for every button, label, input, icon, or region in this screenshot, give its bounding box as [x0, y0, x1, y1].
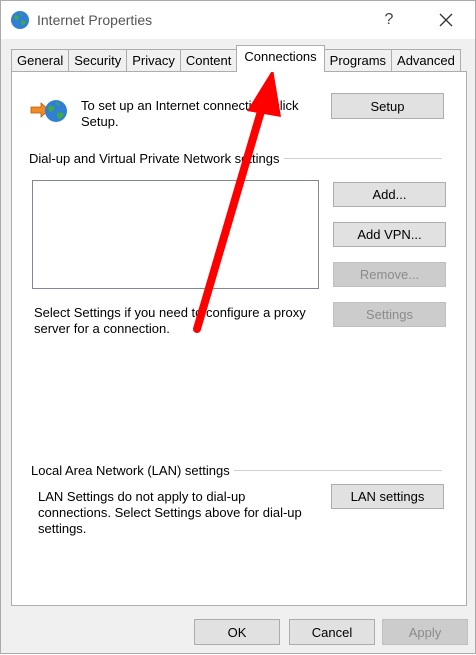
tab-privacy[interactable]: Privacy — [126, 49, 181, 72]
ok-button[interactable]: OK — [194, 619, 280, 645]
lan-section-label: Local Area Network (LAN) settings — [31, 463, 234, 478]
tab-security[interactable]: Security — [68, 49, 128, 72]
tab-programs[interactable]: Programs — [323, 49, 393, 72]
internet-properties-window: Internet Properties ? General Security P… — [0, 0, 476, 654]
close-button[interactable] — [429, 7, 463, 33]
tab-connections[interactable]: Connections — [236, 45, 325, 72]
connections-list[interactable] — [32, 180, 319, 289]
cancel-button[interactable]: Cancel — [289, 619, 375, 645]
add-vpn-button[interactable]: Add VPN... — [333, 222, 446, 247]
setup-description: To set up an Internet connection, click … — [81, 98, 299, 129]
setup-button[interactable]: Setup — [331, 93, 444, 119]
close-icon — [439, 13, 453, 27]
globe-icon — [11, 11, 29, 29]
add-button[interactable]: Add... — [333, 182, 446, 207]
help-button[interactable]: ? — [371, 7, 407, 33]
remove-button[interactable]: Remove... — [333, 262, 446, 287]
window-title: Internet Properties — [37, 12, 153, 28]
tab-advanced[interactable]: Advanced — [391, 49, 461, 72]
vpn-section-label: Dial-up and Virtual Private Network sett… — [29, 151, 284, 166]
settings-button[interactable]: Settings — [333, 302, 446, 327]
tab-content[interactable]: Content — [179, 49, 238, 72]
proxy-description: Select Settings if you need to configure… — [34, 305, 306, 336]
tab-strip: General Security Privacy Content Connect… — [11, 45, 461, 72]
network-setup-icon — [30, 100, 67, 122]
apply-button[interactable]: Apply — [382, 619, 468, 645]
title-bar: Internet Properties ? — [1, 1, 475, 39]
tab-general[interactable]: General — [11, 49, 70, 72]
lan-settings-button[interactable]: LAN settings — [331, 484, 444, 509]
lan-description: LAN Settings do not apply to dial-up con… — [38, 489, 302, 536]
